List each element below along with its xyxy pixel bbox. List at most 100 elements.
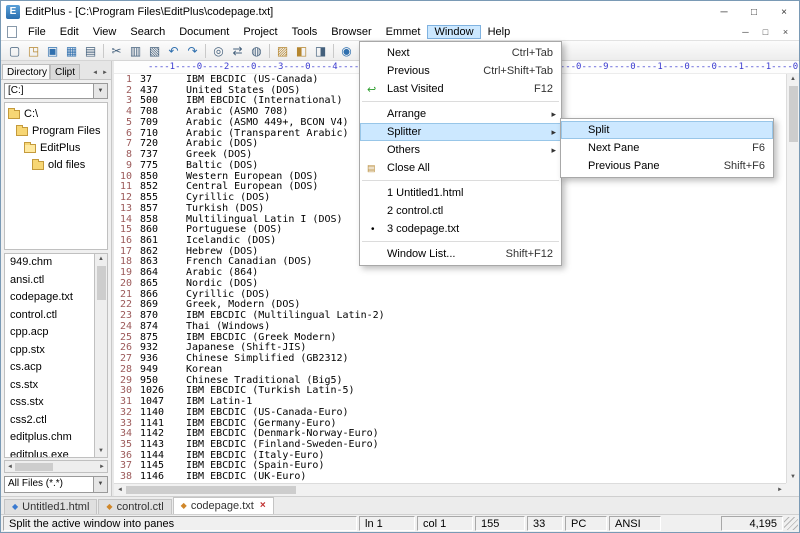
maximize-icon[interactable]: □ xyxy=(739,1,769,23)
child-document-icon[interactable] xyxy=(7,26,17,38)
file-item[interactable]: editplus.chm xyxy=(5,429,94,447)
scroll-up-icon[interactable]: ▲ xyxy=(790,74,796,85)
editor-line[interactable]: 38 1146 IBM EBCDIC (UK-Euro) xyxy=(114,472,799,483)
scroll-down-icon[interactable]: ▼ xyxy=(98,446,104,457)
redo-icon[interactable]: ↷ xyxy=(183,42,202,59)
tree-item-editplus[interactable]: EditPlus xyxy=(5,139,107,156)
menu-emmet[interactable]: Emmet xyxy=(379,25,428,39)
menu-project[interactable]: Project xyxy=(236,25,284,39)
scroll-down-icon[interactable]: ▼ xyxy=(790,472,796,483)
open-file-icon[interactable]: ◳ xyxy=(24,42,43,59)
new-file-icon[interactable]: ▢ xyxy=(5,42,24,59)
save-icon[interactable]: ▣ xyxy=(43,42,62,59)
menu-search[interactable]: Search xyxy=(123,25,172,39)
scrollbar-thumb[interactable] xyxy=(789,86,798,142)
scroll-right-icon[interactable]: ► xyxy=(97,464,107,470)
editor-horizontal-scrollbar[interactable]: ◄ ► xyxy=(114,483,786,496)
menu-item-arrange[interactable]: Arrange ▸ xyxy=(360,105,561,123)
menu-view[interactable]: View xyxy=(86,25,124,39)
menu-window[interactable]: Window xyxy=(427,25,480,39)
file-item[interactable]: control.ctl xyxy=(5,307,94,325)
menu-item-previous-pane[interactable]: Previous Pane Shift+F6 xyxy=(561,157,773,175)
drive-selector[interactable]: [C:] ▼ xyxy=(4,83,108,99)
tab-cliptext[interactable]: Clipt xyxy=(50,64,80,79)
scroll-right-icon[interactable]: ► xyxy=(774,487,786,493)
menu-item-others[interactable]: Others ▸ xyxy=(360,141,561,159)
filter-dropdown-icon[interactable]: ▼ xyxy=(94,476,108,493)
cut-icon[interactable]: ✂ xyxy=(107,42,126,59)
scroll-left-icon[interactable]: ◄ xyxy=(5,464,15,470)
close-icon[interactable]: × xyxy=(769,1,799,23)
sidebar-horizontal-scrollbar[interactable]: ◄ ► xyxy=(4,460,108,473)
file-filter-selector[interactable]: All Files (*.*) ▼ xyxy=(4,476,108,493)
file-item[interactable]: 949.chm xyxy=(5,254,94,272)
scroll-left-icon[interactable]: ◄ xyxy=(114,487,126,493)
tree-item-c-drive[interactable]: C:\ xyxy=(5,105,107,122)
menu-tools[interactable]: Tools xyxy=(285,25,325,39)
scroll-up-icon[interactable]: ▲ xyxy=(98,254,104,265)
doc-tab-untitled1[interactable]: ◆ Untitled1.html xyxy=(4,499,97,514)
menu-item-doc-3[interactable]: • 3 codepage.txt xyxy=(360,220,561,238)
file-item[interactable]: cs.stx xyxy=(5,377,94,395)
child-minimize-icon[interactable]: ─ xyxy=(737,27,754,37)
file-item[interactable]: codepage.txt xyxy=(5,289,94,307)
menu-item-previous[interactable]: Previous Ctrl+Shift+Tab xyxy=(360,62,561,80)
scrollbar-thumb[interactable] xyxy=(97,266,106,300)
menu-item-doc-1[interactable]: 1 Untitled1.html xyxy=(360,184,561,202)
menu-edit[interactable]: Edit xyxy=(53,25,86,39)
doc-tab-control[interactable]: ◆ control.ctl xyxy=(98,499,171,514)
editor-line[interactable]: 24 874 Thai (Windows) xyxy=(114,322,799,333)
tab-close-icon[interactable]: × xyxy=(260,500,266,511)
menu-item-next[interactable]: Next Ctrl+Tab xyxy=(360,44,561,62)
menu-item-last-visited[interactable]: ↩ Last Visited F12 xyxy=(360,80,561,98)
child-restore-icon[interactable]: □ xyxy=(757,27,774,37)
menu-item-splitter[interactable]: Splitter ▸ xyxy=(360,123,561,141)
sidebar-vertical-scrollbar[interactable]: ▲ ▼ xyxy=(95,253,108,458)
drive-dropdown-icon[interactable]: ▼ xyxy=(94,83,108,99)
menu-item-doc-2[interactable]: 2 control.ctl xyxy=(360,202,561,220)
editor-line[interactable]: 32 1140 IBM EBCDIC (US-Canada-Euro) xyxy=(114,408,799,419)
menu-item-window-list[interactable]: Window List... Shift+F12 xyxy=(360,245,561,263)
doc-tab-codepage[interactable]: ◆ codepage.txt × xyxy=(173,497,274,514)
output-window-icon[interactable]: ◨ xyxy=(311,42,330,59)
file-item[interactable]: css2.ctl xyxy=(5,412,94,430)
tab-directory[interactable]: Directory xyxy=(2,64,50,79)
file-item[interactable]: cpp.acp xyxy=(5,324,94,342)
tab-scroll-right-icon[interactable]: ► xyxy=(100,70,110,79)
scrollbar-thumb[interactable] xyxy=(126,486,296,494)
print-icon[interactable]: ▤ xyxy=(81,42,100,59)
file-item[interactable]: ansi.ctl xyxy=(5,272,94,290)
find-icon[interactable]: ◎ xyxy=(209,42,228,59)
menu-help[interactable]: Help xyxy=(481,25,518,39)
minimize-icon[interactable]: ─ xyxy=(709,1,739,23)
menu-shortcut: Ctrl+Tab xyxy=(494,47,553,59)
scrollbar-thumb[interactable] xyxy=(15,463,53,471)
browser-icon[interactable]: ◉ xyxy=(337,42,356,59)
find-in-files-icon[interactable]: ◍ xyxy=(247,42,266,59)
save-all-icon[interactable]: ▦ xyxy=(62,42,81,59)
file-item[interactable]: editplus.exe xyxy=(5,447,94,459)
editor-vertical-scrollbar[interactable]: ▲ ▼ xyxy=(786,74,799,483)
menu-browser[interactable]: Browser xyxy=(324,25,378,39)
file-item[interactable]: cs.acp xyxy=(5,359,94,377)
resize-grip[interactable] xyxy=(784,517,798,530)
child-close-icon[interactable]: × xyxy=(777,27,794,37)
tab-scroll-left-icon[interactable]: ◄ xyxy=(90,70,100,79)
undo-icon[interactable]: ↶ xyxy=(164,42,183,59)
file-item[interactable]: css.stx xyxy=(5,394,94,412)
copy-icon[interactable]: ▥ xyxy=(126,42,145,59)
replace-icon[interactable]: ⇄ xyxy=(228,42,247,59)
cliptext-window-icon[interactable]: ▨ xyxy=(273,42,292,59)
menu-item-next-pane[interactable]: Next Pane F6 xyxy=(561,139,773,157)
tree-item-old-files[interactable]: old files xyxy=(5,156,107,173)
menu-item-split[interactable]: Split xyxy=(561,121,773,139)
toolbar-separator xyxy=(269,44,270,58)
paste-icon[interactable]: ▧ xyxy=(145,42,164,59)
file-item[interactable]: cpp.stx xyxy=(5,342,94,360)
directory-window-icon[interactable]: ◧ xyxy=(292,42,311,59)
menu-document[interactable]: Document xyxy=(172,25,236,39)
editor-line[interactable]: 28 949 Korean xyxy=(114,365,799,376)
menu-item-close-all[interactable]: ▤ Close All xyxy=(360,159,561,177)
tree-item-program-files[interactable]: Program Files xyxy=(5,122,107,139)
menu-file[interactable]: File xyxy=(21,25,53,39)
